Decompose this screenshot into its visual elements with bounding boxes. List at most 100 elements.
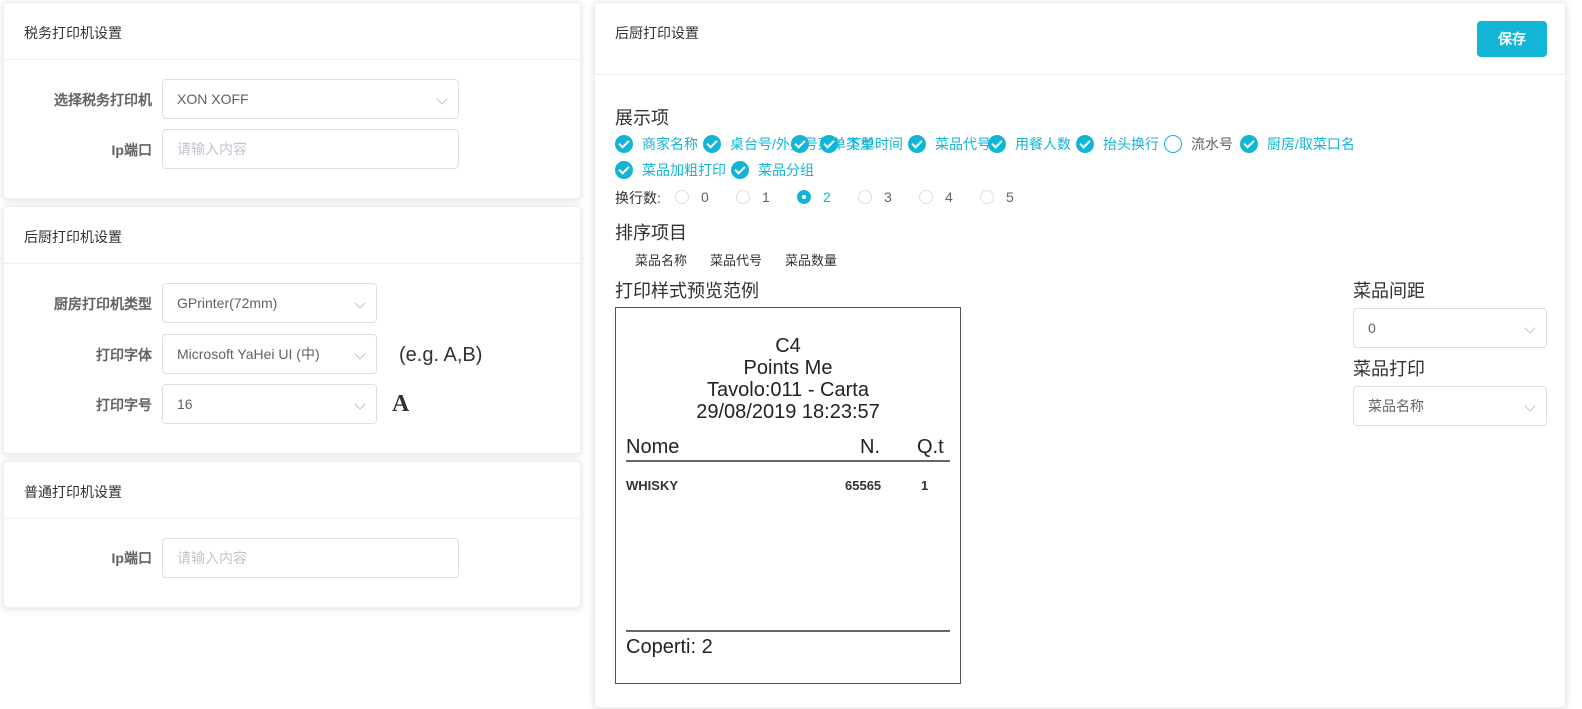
item-print-value: 菜品名称	[1368, 398, 1424, 414]
normal-printer-title: 普通打印机设置	[4, 462, 580, 519]
display-item-label: 商家名称	[642, 136, 698, 152]
display-item-label: 厨房/取菜口名	[1267, 136, 1355, 152]
print-font-select[interactable]: Microsoft YaHei UI (中)	[162, 334, 377, 374]
receipt-col-qty: Q.t	[917, 436, 944, 458]
display-item-label: 菜品分组	[758, 162, 814, 178]
preview-title: 打印样式预览范例	[615, 281, 759, 301]
display-item-checkbox[interactable]: 用餐人数	[988, 134, 1071, 154]
display-item-checkbox[interactable]: 下单时间	[820, 134, 903, 154]
line-count-radio-label: 5	[1006, 189, 1014, 205]
display-items-title: 展示项	[615, 108, 669, 128]
receipt-line-3: Tavolo:011 - Carta	[707, 379, 869, 401]
radio-icon	[980, 190, 994, 204]
receipt-footer: Coperti: 2	[626, 636, 713, 658]
display-item-checkbox[interactable]: 菜品分组	[731, 160, 814, 180]
receipt-line-1: C4	[775, 335, 801, 357]
check-circle-icon	[615, 135, 633, 153]
line-count-radio[interactable]: 3	[858, 189, 892, 205]
tax-printer-title: 税务打印机设置	[4, 3, 580, 60]
normal-ip-input[interactable]: 请输入内容	[162, 538, 459, 578]
chevron-down-icon	[354, 398, 366, 410]
display-item-label: 菜品加粗打印	[642, 162, 726, 178]
receipt-col-name: Nome	[626, 436, 680, 458]
sort-items-title: 排序项目	[615, 223, 687, 243]
display-item-checkbox[interactable]: 流水号	[1164, 134, 1233, 154]
check-circle-icon	[908, 135, 926, 153]
item-print-label: 菜品打印	[1353, 359, 1425, 379]
line-count-label: 换行数:	[615, 190, 661, 206]
line-count-radio[interactable]: 0	[675, 189, 709, 205]
check-circle-icon	[988, 135, 1006, 153]
item-print-select[interactable]: 菜品名称	[1353, 386, 1547, 426]
sort-item[interactable]: 菜品代号	[710, 250, 762, 269]
line-count-radio-label: 1	[762, 189, 770, 205]
display-item-label: 流水号	[1191, 136, 1233, 152]
line-count-radio[interactable]: 4	[919, 189, 953, 205]
chevron-down-icon	[354, 348, 366, 360]
display-item-label: 用餐人数	[1015, 136, 1071, 152]
print-font-value: Microsoft YaHei UI (中)	[177, 346, 320, 362]
line-count-radio-label: 2	[823, 189, 831, 205]
radio-icon	[675, 190, 689, 204]
line-count-radio[interactable]: 1	[736, 189, 770, 205]
display-item-checkbox[interactable]: 商家名称	[615, 134, 698, 154]
kitchen-printer-type-label: 厨房打印机类型	[54, 296, 152, 312]
chevron-down-icon	[436, 93, 448, 105]
tax-printer-select-value: XON XOFF	[177, 91, 249, 107]
display-item-checkbox[interactable]: 厨房/取菜口名	[1240, 134, 1355, 154]
receipt-line-4: 29/08/2019 18:23:57	[696, 401, 880, 423]
chevron-down-icon	[1524, 322, 1536, 334]
check-circle-icon	[615, 161, 633, 179]
font-size-sample: A	[392, 391, 410, 417]
line-count-radio-label: 4	[945, 189, 953, 205]
kitchen-printer-title: 后厨打印机设置	[4, 207, 580, 264]
line-count-radio[interactable]: 5	[980, 189, 1014, 205]
receipt-line-2: Points Me	[743, 357, 833, 379]
tax-printer-select[interactable]: XON XOFF	[162, 79, 459, 119]
receipt-item-qty: 1	[921, 478, 929, 493]
tax-printer-select-label: 选择税务打印机	[54, 92, 152, 108]
radio-icon	[736, 190, 750, 204]
receipt-item-code: 65565	[845, 478, 882, 493]
kitchen-printer-type-select[interactable]: GPrinter(72mm)	[162, 283, 377, 323]
sort-item[interactable]: 菜品数量	[785, 250, 837, 269]
line-count-radio-label: 3	[884, 189, 892, 205]
receipt-preview: C4 Points Me Tavolo:011 - Carta 29/08/20…	[615, 307, 961, 684]
normal-ip-label: Ip端口	[111, 550, 152, 566]
display-item-checkbox[interactable]: 菜品加粗打印	[615, 160, 726, 180]
kitchen-printer-type-value: GPrinter(72mm)	[177, 295, 278, 311]
kitchen-print-settings-card: 后厨打印设置 保存 展示项 商家名称 桌台号/外卖号 菜单类型 下单时间 菜品代号 用餐人…	[594, 2, 1566, 708]
item-spacing-label: 菜品间距	[1353, 281, 1425, 301]
save-button[interactable]: 保存	[1477, 21, 1547, 57]
item-spacing-select[interactable]: 0	[1353, 308, 1547, 348]
settings-title: 后厨打印设置	[615, 25, 699, 41]
font-example-text: (e.g. A,B)	[399, 344, 483, 366]
tax-ip-placeholder: 请输入内容	[177, 141, 247, 157]
display-item-checkbox[interactable]: 菜品代号	[908, 134, 991, 154]
print-size-select[interactable]: 16	[162, 384, 377, 424]
check-circle-icon	[791, 135, 809, 153]
tax-ip-label: Ip端口	[111, 142, 152, 158]
receipt-header-divider	[626, 460, 950, 462]
normal-printer-card: 普通打印机设置 Ip端口 请输入内容	[3, 461, 581, 608]
line-count-radio[interactable]: 2	[797, 189, 831, 205]
display-item-checkbox[interactable]: 抬头换行	[1076, 134, 1159, 154]
display-item-label: 抬头换行	[1103, 136, 1159, 152]
check-circle-icon	[1240, 135, 1258, 153]
receipt-col-num: N.	[860, 436, 880, 458]
display-item-label: 菜品代号	[935, 136, 991, 152]
check-circle-icon	[731, 161, 749, 179]
radio-icon	[919, 190, 933, 204]
radio-icon	[858, 190, 872, 204]
settings-header: 后厨打印设置 保存	[595, 3, 1565, 75]
sort-item[interactable]: 菜品名称	[635, 250, 687, 269]
radio-icon	[797, 190, 811, 204]
check-circle-icon	[703, 135, 721, 153]
item-spacing-value: 0	[1368, 320, 1376, 336]
tax-ip-input[interactable]: 请输入内容	[162, 129, 459, 169]
receipt-item-name: WHISKY	[626, 478, 678, 493]
print-size-label: 打印字号	[96, 397, 152, 413]
normal-ip-placeholder: 请输入内容	[177, 550, 247, 566]
kitchen-printer-card: 后厨打印机设置 厨房打印机类型 GPrinter(72mm) 打印字体 Micr…	[3, 206, 581, 454]
chevron-down-icon	[1524, 400, 1536, 412]
